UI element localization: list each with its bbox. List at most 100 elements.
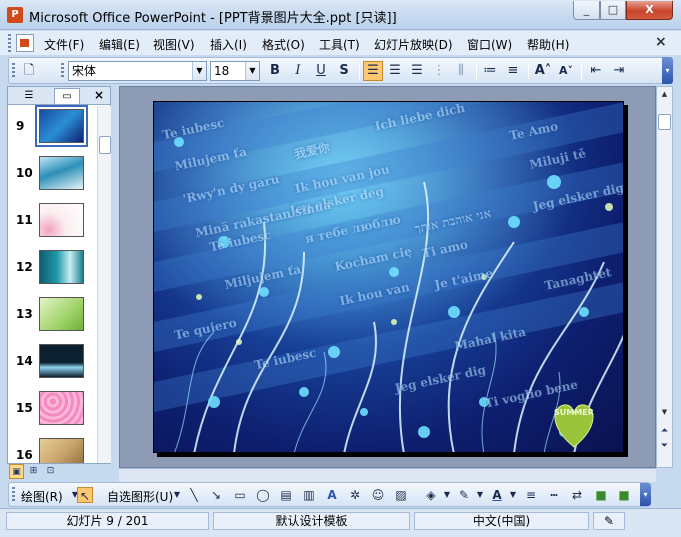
spelling-check-icon[interactable]: ✎: [593, 512, 625, 530]
menu-window[interactable]: 窗口(W): [467, 36, 512, 53]
align-left-icon[interactable]: ☰: [363, 61, 383, 81]
current-slide[interactable]: Te iubesc Milujem ťa 'Rwy'n dy garu Jeg …: [153, 101, 624, 453]
slide-thumbnail-row[interactable]: 14: [8, 342, 98, 386]
rectangle-icon[interactable]: ▭: [232, 487, 248, 503]
minimize-button[interactable]: _: [573, 1, 600, 20]
slide-thumbnail-row[interactable]: 12: [8, 248, 98, 292]
tab-outline[interactable]: ☰: [16, 88, 42, 104]
picture-icon[interactable]: ▨: [393, 487, 409, 503]
new-slide-icon[interactable]: 🗋: [19, 61, 39, 81]
menu-format[interactable]: 格式(O): [262, 36, 305, 53]
menu-view[interactable]: 视图(V): [153, 36, 195, 53]
slide-thumbnail[interactable]: [39, 438, 84, 463]
toolbar-grip[interactable]: [8, 34, 11, 52]
text-box-icon[interactable]: ▤: [278, 487, 294, 503]
toolbar-options-icon[interactable]: ▾: [662, 57, 673, 84]
design-template-status[interactable]: 默认设计模板: [213, 512, 410, 530]
numbered-list-icon[interactable]: ≔: [480, 61, 500, 81]
arrow-style-icon[interactable]: ⇄: [569, 487, 585, 503]
slide-thumbnail[interactable]: [39, 391, 84, 425]
distribute-vertical-icon[interactable]: ⋮: [429, 61, 449, 81]
close-pane-icon[interactable]: ×: [94, 88, 104, 102]
draw-menu-button[interactable]: 绘图(R): [21, 488, 63, 505]
next-slide-icon[interactable]: ⏷: [657, 439, 672, 453]
slide-thumbnail[interactable]: [35, 105, 88, 147]
slide-thumbnail-row[interactable]: 13: [8, 295, 98, 339]
underline-button[interactable]: U: [311, 61, 331, 81]
wordart-icon[interactable]: A: [324, 487, 340, 503]
slide-thumbnail-row[interactable]: 16: [8, 436, 98, 463]
decrease-font-size-icon[interactable]: A˅: [556, 61, 576, 81]
pane-scrollbar[interactable]: [97, 106, 111, 463]
line-icon[interactable]: ╲: [186, 487, 202, 503]
dash-style-icon[interactable]: ┅: [546, 487, 562, 503]
powerpoint-app-icon[interactable]: P: [7, 7, 23, 23]
font-name-combo[interactable]: 宋体 ▼: [68, 61, 207, 81]
tab-slides[interactable]: ▭: [54, 88, 80, 104]
menu-help[interactable]: 帮助(H): [527, 36, 569, 53]
chevron-down-icon[interactable]: ▼: [439, 487, 455, 503]
select-objects-icon[interactable]: ↖: [77, 487, 93, 503]
slide-thumbnail[interactable]: [39, 297, 84, 331]
scroll-up-icon[interactable]: ▲: [657, 87, 672, 101]
notes-splitter[interactable]: [119, 468, 656, 482]
distribute-horizontal-icon[interactable]: ⫼: [451, 61, 471, 81]
menu-tools[interactable]: 工具(T): [319, 36, 360, 53]
chevron-down-icon[interactable]: ▼: [505, 487, 521, 503]
slide-thumbnail-row[interactable]: 15: [8, 389, 98, 433]
autoshapes-menu-button[interactable]: 自选图形(U): [107, 488, 173, 505]
slide-thumbnail[interactable]: [39, 250, 84, 284]
oval-icon[interactable]: ◯: [255, 487, 271, 503]
diagram-icon[interactable]: ✲: [347, 487, 363, 503]
increase-font-size-icon[interactable]: A˄: [533, 61, 553, 81]
line-color-icon[interactable]: ✎: [456, 487, 472, 503]
normal-view-icon[interactable]: ▣: [9, 464, 24, 479]
toolbar-grip[interactable]: [12, 63, 15, 79]
vertical-scrollbar[interactable]: ▲ ▼ ⏶ ⏷: [656, 86, 673, 468]
clip-art-icon[interactable]: ☺: [370, 487, 386, 503]
toolbar-grip[interactable]: [12, 487, 15, 503]
font-color-icon[interactable]: A: [489, 487, 505, 503]
menu-file[interactable]: 文件(F): [44, 36, 84, 53]
close-document-icon[interactable]: ×: [655, 34, 667, 50]
slide-sorter-view-icon[interactable]: ⊞: [26, 464, 41, 479]
toolbar-grip[interactable]: [61, 63, 64, 79]
scroll-thumb[interactable]: [658, 114, 671, 130]
slide-thumbnail[interactable]: [39, 203, 84, 237]
slide-thumbnail[interactable]: [39, 344, 84, 378]
slide-thumbnail-row[interactable]: 10: [8, 154, 98, 198]
chevron-down-icon[interactable]: ▼: [192, 62, 206, 80]
bold-button[interactable]: B: [265, 61, 285, 81]
slide-editing-area[interactable]: Te iubesc Milujem ťa 'Rwy'n dy garu Jeg …: [119, 86, 656, 468]
chevron-down-icon[interactable]: ▼: [169, 487, 185, 503]
menu-edit[interactable]: 编辑(E): [99, 36, 140, 53]
vertical-text-box-icon[interactable]: ▥: [301, 487, 317, 503]
slideshow-view-icon[interactable]: ⊡: [43, 464, 58, 479]
line-style-icon[interactable]: ≡: [523, 487, 539, 503]
close-button[interactable]: X: [626, 1, 673, 20]
align-center-icon[interactable]: ☰: [385, 61, 405, 81]
document-icon[interactable]: [16, 34, 34, 52]
arrow-icon[interactable]: ↘: [208, 487, 224, 503]
font-size-combo[interactable]: 18 ▼: [210, 61, 260, 81]
bullet-list-icon[interactable]: ≡: [503, 61, 523, 81]
scroll-down-icon[interactable]: ▼: [657, 405, 672, 419]
slide-thumbnail[interactable]: [39, 156, 84, 190]
menu-slideshow[interactable]: 幻灯片放映(D): [374, 36, 453, 53]
slide-thumbnail-row[interactable]: 11: [8, 201, 98, 245]
align-right-icon[interactable]: ☰: [407, 61, 427, 81]
scroll-thumb[interactable]: [99, 136, 111, 154]
fill-color-icon[interactable]: ◈: [423, 487, 439, 503]
maximize-button[interactable]: □: [600, 1, 626, 20]
shadow-style-icon[interactable]: ■: [593, 487, 609, 503]
3d-style-icon[interactable]: ■: [616, 487, 632, 503]
increase-indent-icon[interactable]: ⇥: [609, 61, 629, 81]
chevron-down-icon[interactable]: ▼: [245, 62, 259, 80]
slide-thumbnail-row[interactable]: 9: [8, 105, 98, 151]
chevron-down-icon[interactable]: ▼: [472, 487, 488, 503]
decrease-indent-icon[interactable]: ⇤: [586, 61, 606, 81]
text-shadow-button[interactable]: S: [334, 61, 354, 81]
previous-slide-icon[interactable]: ⏶: [657, 424, 672, 438]
menu-insert[interactable]: 插入(I): [210, 36, 247, 53]
toolbar-options-icon[interactable]: ▾: [640, 483, 651, 506]
